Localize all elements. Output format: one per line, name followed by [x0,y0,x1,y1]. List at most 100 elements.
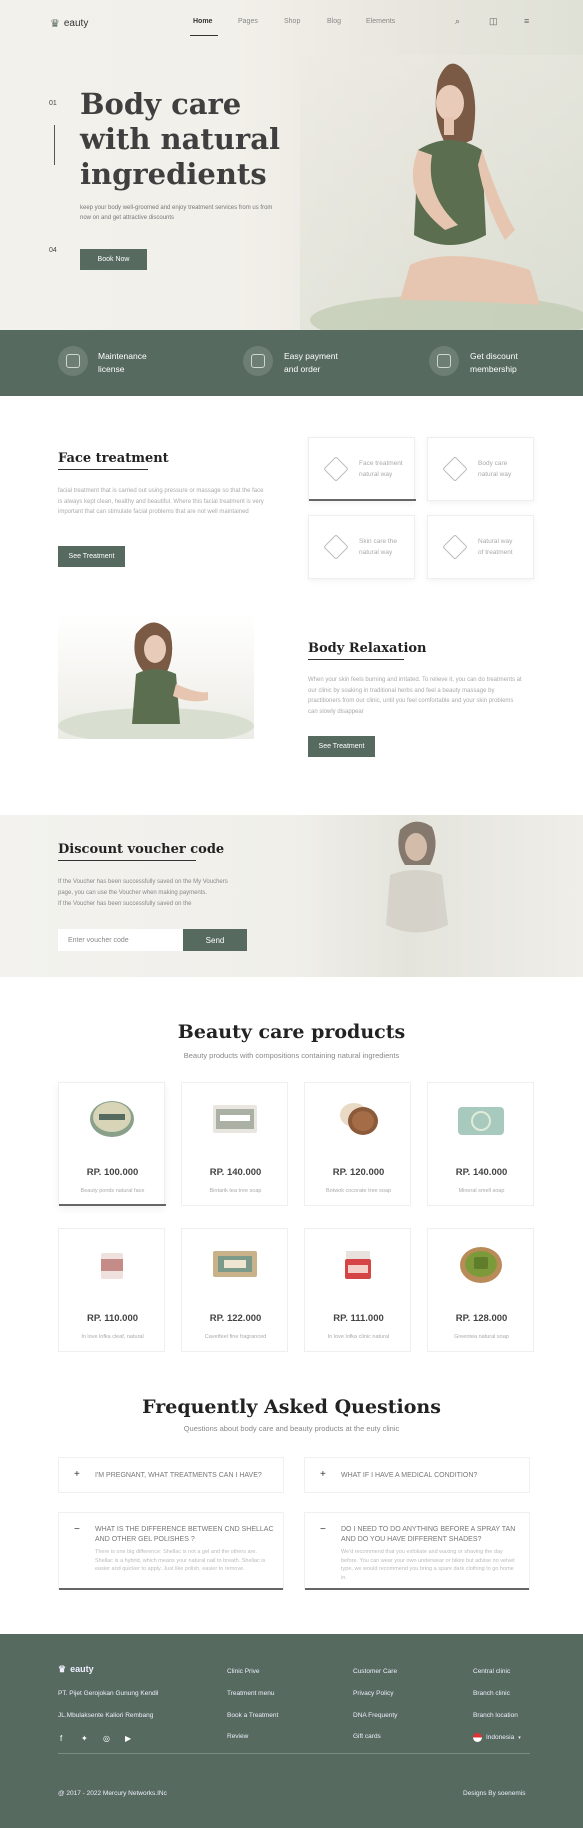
product-card[interactable]: RP. 128.000 Greentea natural soap [427,1228,534,1352]
footer-link[interactable]: Book a Treatment [227,1712,278,1719]
discount-icon [429,346,459,376]
minus-icon: − [74,1524,80,1535]
feature-maintenance: Maintenance license [98,350,188,376]
feature-card-body[interactable]: Body care natural way [427,437,534,501]
product-name: Mineral smell soap [458,1188,505,1194]
voucher-line-3: If the Voucher has been successfully sav… [58,901,192,907]
footer-link[interactable]: Central clinic [473,1668,510,1675]
language-label: Indonesia [486,1734,515,1741]
faq-active-underline [305,1588,529,1590]
product-card[interactable]: RP. 120.000 Botwok cocorate tree soap [304,1082,411,1206]
faq-item-expanded[interactable]: − WHAT IS THE DIFFERENCE BETWEEN CND SHE… [58,1512,284,1590]
feature-payment: Easy payment and order [284,350,374,376]
product-image-soap-box [213,1105,257,1133]
bottle-icon [442,456,468,482]
nav-pages[interactable]: Pages [238,18,258,25]
relax-title: Body Relaxation [308,641,427,656]
product-card[interactable]: RP. 100.000 Beauty ponds natural face [58,1082,166,1206]
plus-icon: + [320,1469,326,1480]
slide-number-end: 04 [49,247,57,254]
face-see-treatment-button[interactable]: See Treatment [58,546,125,567]
footer-link[interactable]: Branch location [473,1712,518,1719]
book-now-button[interactable]: Book Now [80,249,147,270]
faq-question: WHAT IS THE DIFFERENCE BETWEEN CND SHELL… [95,1526,274,1543]
nav-elements[interactable]: Elements [366,18,395,25]
product-name: Bintarik tea tree soap [209,1188,262,1194]
footer-address-1: PT. Pijet Gerojokan Gunung Kendil [58,1690,159,1697]
card-line: Natural way [478,538,513,545]
search-icon[interactable]: ⌕ [455,16,460,27]
feature-line: Maintenance [98,351,147,361]
product-name: In love lofka clinic natural [327,1334,390,1340]
feature-card-skin[interactable]: Skin care the natural way [308,515,415,579]
card-label: Face treatment natural way [359,458,411,480]
face-title-underline [58,469,148,470]
footer-link[interactable]: Privacy Policy [353,1690,393,1697]
minus-icon: − [320,1524,326,1535]
product-name: In love lofka cleaf, natural [81,1334,144,1340]
product-image-red-jar [345,1251,371,1279]
nav-blog[interactable]: Blog [327,18,341,25]
product-price: RP. 110.000 [86,1313,139,1324]
product-image-tin [90,1101,134,1137]
voucher-send-button[interactable]: Send [183,929,247,951]
product-card[interactable]: RP. 140.000 Mineral smell soap [427,1082,534,1206]
faq-item-expanded[interactable]: − DO I NEED TO DO ANYTHING BEFORE A SPRA… [304,1512,530,1590]
footer-link[interactable]: Gift cards [353,1733,381,1740]
card-label: Body care natural way [478,458,530,480]
footer-credit: Designs By soenemis [463,1790,526,1797]
cart-icon[interactable]: ◫ [489,16,498,27]
faq-subtitle: Questions about body care and beauty pro… [183,1424,400,1433]
voucher-title: Discount voucher code [58,842,225,857]
faq-item[interactable]: + WHAT IF I HAVE A MEDICAL CONDITION? [304,1457,530,1493]
voucher-code-input[interactable]: Enter voucher code [58,929,183,951]
card-line: natural way [478,471,512,478]
brand-logo[interactable]: ♛ eauty [50,17,88,30]
instagram-icon[interactable]: ◎ [103,1734,110,1743]
brand-name: eauty [63,18,89,29]
feature-card-face[interactable]: Face treatment natural way [308,437,416,501]
nav-home[interactable]: Home [193,18,212,25]
twitter-icon[interactable]: ✦ [81,1734,88,1743]
footer-link[interactable]: Clinic Prive [227,1668,260,1675]
product-image-wood-jar [340,1103,378,1135]
slide-progress-bar[interactable] [54,125,55,165]
crown-icon: ♛ [58,1664,67,1674]
footer-link[interactable]: Treatment menu [227,1690,274,1697]
leaf-icon [442,534,468,560]
footer-link[interactable]: Branch clinic [473,1690,510,1697]
product-card[interactable]: RP. 110.000 In love lofka cleaf, natural [58,1228,165,1352]
relax-see-treatment-button[interactable]: See Treatment [308,736,375,757]
card-line: natural way [359,471,393,478]
shield-icon [58,346,88,376]
hero-woman-image [300,55,583,330]
product-card[interactable]: RP. 111.000 In love lofka clinic natural [304,1228,411,1352]
slide-number-start: 01 [49,100,57,107]
card-line: natural way [359,549,393,556]
nav-shop[interactable]: Shop [284,18,300,25]
footer-link[interactable]: Review [227,1733,248,1740]
faq-active-underline [59,1588,283,1590]
product-name: Cavetfeel fine fragranced [204,1334,267,1340]
footer-link[interactable]: Customer Care [353,1668,397,1675]
feature-line: Get discount [470,351,518,361]
product-card[interactable]: RP. 122.000 Cavetfeel fine fragranced [181,1228,288,1352]
flower-icon [323,534,349,560]
product-card[interactable]: RP. 140.000 Bintarik tea tree soap [181,1082,288,1206]
menu-icon[interactable]: ≡ [524,16,529,26]
product-image-floral-box [213,1251,257,1277]
footer-link[interactable]: DNA Frequenty [353,1712,397,1719]
card-line: Skin care the [359,538,397,545]
facebook-icon[interactable]: f [60,1734,62,1743]
product-name: Beauty ponds natural face [80,1188,145,1194]
crown-icon: ♛ [50,18,60,30]
youtube-icon[interactable]: ▶ [125,1734,131,1743]
card-label: Natural way of treatment [478,536,530,558]
language-select[interactable]: Indonesia ▾ [473,1733,521,1742]
faq-question: I'M PREGNANT, WHAT TREATMENTS CAN I HAVE… [95,1472,262,1479]
feature-line: Easy payment [284,351,338,361]
faq-item[interactable]: + I'M PREGNANT, WHAT TREATMENTS CAN I HA… [58,1457,284,1493]
footer-brand[interactable]: ♛ eauty [58,1664,94,1675]
nav-active-underline [190,35,218,36]
feature-card-natural[interactable]: Natural way of treatment [427,515,534,579]
